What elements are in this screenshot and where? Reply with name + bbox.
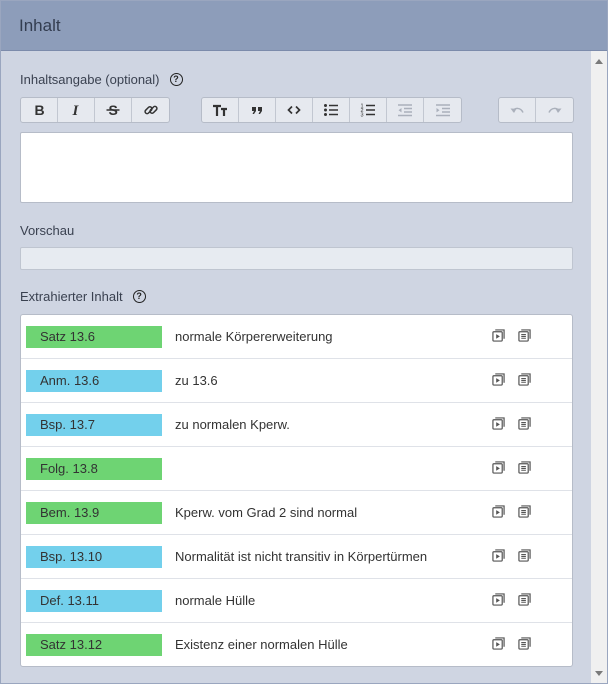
play-icon[interactable] — [491, 460, 505, 474]
numbered-list-icon: 123 — [361, 104, 375, 119]
item-description: normale Körpererweiterung — [175, 329, 333, 344]
play-icon[interactable] — [491, 328, 505, 342]
document-icon[interactable] — [517, 416, 531, 430]
item-tag[interactable]: Anm. 13.6 — [26, 370, 162, 392]
preview-field — [20, 247, 573, 270]
format-group: B I S — [20, 97, 170, 123]
italic-button[interactable]: I — [58, 98, 95, 122]
summary-editor[interactable] — [20, 132, 573, 203]
list-item[interactable]: Satz 13.6 normale Körpererweiterung — [21, 315, 572, 359]
bold-button[interactable]: B — [21, 98, 58, 122]
italic-icon: I — [72, 103, 80, 118]
play-icon[interactable] — [491, 504, 505, 518]
item-description: zu normalen Kperw. — [175, 417, 290, 432]
strikethrough-button[interactable]: S — [95, 98, 132, 122]
list-item[interactable]: Satz 13.12 Existenz einer normalen Hülle — [21, 623, 572, 667]
item-description: Normalität ist nicht transitiv in Körper… — [175, 549, 428, 564]
editor-toolbar: B I S 1 2 3 — [20, 97, 574, 123]
panel-header: Inhalt — [1, 1, 607, 51]
svg-text:3: 3 — [361, 113, 364, 119]
undo-icon — [510, 107, 524, 113]
undo-button[interactable] — [499, 98, 536, 122]
document-icon[interactable] — [517, 328, 531, 342]
item-tag[interactable]: Bsp. 13.10 — [26, 546, 162, 568]
item-tag[interactable]: Satz 13.12 — [26, 634, 162, 656]
outdent-icon — [398, 104, 412, 117]
play-icon[interactable] — [491, 372, 505, 386]
document-icon[interactable] — [517, 592, 531, 606]
code-button[interactable] — [276, 98, 313, 122]
vertical-scrollbar[interactable] — [591, 51, 607, 683]
link-icon — [143, 105, 158, 115]
extracted-label: Extrahierter Inhalt — [20, 289, 123, 304]
list-item[interactable]: Bsp. 13.10 Normalität ist nicht transitiv… — [21, 535, 572, 579]
play-icon[interactable] — [491, 636, 505, 650]
svg-text:B: B — [35, 102, 45, 118]
bullet-list-icon — [324, 104, 338, 116]
document-icon[interactable] — [517, 460, 531, 474]
item-tag[interactable]: Bem. 13.9 — [26, 502, 162, 524]
panel-title: Inhalt — [19, 15, 61, 35]
item-description: zu 13.6 — [175, 373, 218, 388]
svg-text:I: I — [72, 103, 80, 118]
quote-icon — [252, 107, 262, 114]
bold-icon: B — [35, 102, 45, 118]
document-icon[interactable] — [517, 504, 531, 518]
item-description: Kperw. vom Grad 2 sind normal — [175, 505, 358, 520]
list-item[interactable]: Anm. 13.6 zu 13.6 — [21, 359, 572, 403]
list-item[interactable]: Bem. 13.9 Kperw. vom Grad 2 sind normal — [21, 491, 572, 535]
content-panel: Inhalt Inhaltsangabe (optional) ? B I S — [0, 0, 608, 684]
document-icon[interactable] — [517, 636, 531, 650]
preview-label: Vorschau — [20, 223, 75, 238]
extracted-content-list: Satz 13.6 normale Körpererweiterung Anm. 1… — [20, 314, 573, 667]
item-description: normale Hülle — [175, 593, 256, 608]
outdent-button[interactable] — [387, 98, 424, 122]
quote-button[interactable] — [239, 98, 276, 122]
play-icon[interactable] — [491, 548, 505, 562]
code-icon — [287, 105, 301, 115]
item-description: Existenz einer normalen Hülle — [175, 637, 348, 652]
list-item[interactable]: Bsp. 13.7 zu normalen Kperw. — [21, 403, 572, 447]
link-button[interactable] — [132, 98, 169, 122]
summary-label: Inhaltsangabe (optional) — [20, 72, 160, 87]
preview-label-row: Vorschau — [20, 223, 74, 238]
heading-button[interactable] — [202, 98, 239, 122]
heading-icon — [213, 104, 227, 116]
bullet-list-button[interactable] — [313, 98, 350, 122]
scroll-down-icon[interactable] — [595, 671, 603, 676]
list-item[interactable]: Def. 13.11 normale Hülle — [21, 579, 572, 623]
indent-button[interactable] — [424, 98, 461, 122]
summary-label-row: Inhaltsangabe (optional) ? — [20, 72, 183, 87]
help-icon[interactable]: ? — [132, 290, 146, 303]
item-tag[interactable]: Folg. 13.8 — [26, 458, 162, 480]
numbered-list-button[interactable]: 123 — [350, 98, 387, 122]
redo-button[interactable] — [536, 98, 573, 122]
list-item[interactable]: Folg. 13.8 — [21, 447, 572, 491]
document-icon[interactable] — [517, 372, 531, 386]
extracted-label-row: Extrahierter Inhalt ? — [20, 289, 146, 304]
indent-icon — [435, 104, 450, 117]
item-tag[interactable]: Bsp. 13.7 — [26, 414, 162, 436]
redo-icon — [547, 107, 561, 113]
item-tag[interactable]: Satz 13.6 — [26, 326, 162, 348]
item-tag[interactable]: Def. 13.11 — [26, 590, 162, 612]
history-group — [498, 97, 574, 123]
document-icon[interactable] — [517, 548, 531, 562]
strikethrough-icon: S — [106, 102, 120, 118]
play-icon[interactable] — [491, 416, 505, 430]
play-icon[interactable] — [491, 592, 505, 606]
scroll-up-icon[interactable] — [595, 59, 603, 64]
help-icon[interactable]: ? — [169, 73, 183, 86]
block-group: 123 — [201, 97, 462, 123]
